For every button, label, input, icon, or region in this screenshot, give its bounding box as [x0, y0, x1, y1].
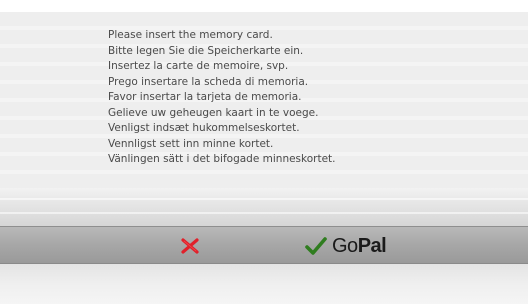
message-line-fr: Insertez la carte de memoire, svp.: [108, 60, 289, 72]
gopal-logo: GoPal: [332, 235, 387, 257]
message-panel: Please insert the memory card. Bitte leg…: [0, 12, 528, 188]
message-line-es: Favor insertar la tarjeta de memoria.: [108, 91, 302, 103]
message-line-en: Please insert the memory card.: [108, 29, 273, 41]
cancel-button[interactable]: [160, 233, 220, 259]
message-line-de: Bitte legen Sie die Speicherkarte ein.: [108, 44, 304, 57]
separator-stripe: [0, 212, 528, 214]
memory-card-prompt-screen: Please insert the memory card. Bitte leg…: [0, 0, 528, 304]
separator-band: [0, 188, 528, 226]
bottom-band: [0, 264, 528, 304]
button-bar: GoPal: [0, 226, 528, 264]
separator-stripe: [0, 198, 528, 200]
red-x-icon: [181, 238, 199, 254]
message-line-sv: Vänlingen sätt i det bifogade minneskort…: [108, 153, 336, 165]
green-checkmark-icon: [305, 237, 327, 255]
message-list: Please insert the memory card. Bitte leg…: [108, 28, 336, 168]
message-line-da: Venligst indsæt hukommelseskortet.: [108, 122, 300, 134]
logo-text-bold: Pal: [357, 235, 387, 257]
message-line-no: Vennligst sett inn minne kortet.: [108, 137, 274, 150]
confirm-button[interactable]: GoPal: [305, 231, 425, 261]
logo-text-regular: Go: [332, 235, 358, 257]
message-line-nl: Gelieve uw geheugen kaart in te voege.: [108, 106, 319, 119]
top-band: [0, 0, 528, 12]
message-line-it: Prego insertare la scheda di memoria.: [108, 75, 309, 88]
